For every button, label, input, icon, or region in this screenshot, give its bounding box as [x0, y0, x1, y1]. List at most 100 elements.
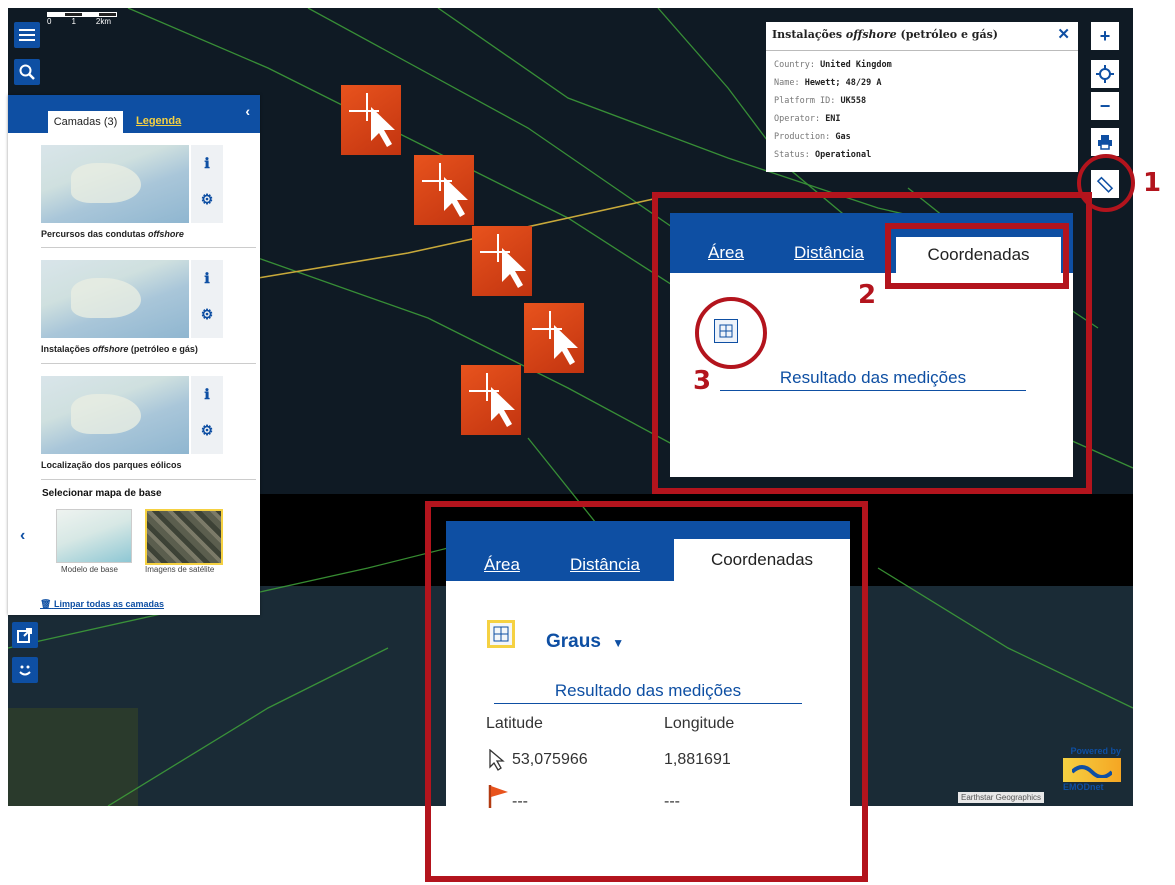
callout-number-1: 1 [1143, 168, 1162, 198]
info-icon[interactable]: ℹ [199, 155, 215, 172]
clear-layers-link[interactable]: 🗑 Limpar todas as camadas [40, 599, 164, 610]
scale-tick-0: 0 [47, 17, 52, 26]
layer-actions: ℹ ⚙ [191, 145, 223, 223]
layers-panel: Camadas (3) Legenda ‹ ℹ ⚙ Percursos das … [8, 95, 260, 615]
unit-select-value: Graus [546, 631, 601, 652]
flag-latitude: --- [512, 793, 528, 810]
wave-icon [1063, 758, 1121, 782]
longitude-header: Longitude [664, 715, 735, 732]
flag-icon [486, 783, 510, 814]
info-icon[interactable]: ℹ [199, 386, 215, 403]
callout-number-2: 2 [858, 280, 877, 310]
close-icon[interactable]: ✕ [1057, 25, 1070, 43]
tab-legend[interactable]: Legenda [136, 115, 181, 127]
layers-panel-header: Camadas (3) Legenda ‹ [8, 95, 260, 133]
trash-icon: 🗑 [40, 599, 52, 609]
powered-by-label: Powered by [1070, 746, 1121, 756]
print-button[interactable] [1091, 128, 1119, 156]
flag-longitude: --- [664, 793, 680, 810]
tab-distance[interactable]: Distância [570, 555, 640, 575]
measurement-result-title: Resultado das medições [494, 681, 802, 704]
chevron-left-icon[interactable]: ‹ [20, 527, 25, 545]
layer-thumbnail [41, 145, 189, 223]
smiley-icon [19, 665, 31, 676]
latitude-header: Latitude [486, 715, 543, 732]
tab-area[interactable]: Área [708, 243, 744, 263]
scale-bar: 0 1 2km [47, 12, 117, 26]
basemap-satellite-thumb[interactable] [145, 509, 223, 565]
divider [41, 363, 256, 364]
tab-distance[interactable]: Distância [794, 243, 864, 263]
pointer-marker [341, 85, 401, 155]
pointer-marker [414, 155, 474, 225]
info-row: Country: United Kingdom [774, 60, 892, 70]
pointer-icon [488, 748, 506, 776]
layer-actions: ℹ ⚙ [191, 376, 223, 454]
info-row: Operator: ENI [774, 114, 841, 124]
layer-actions: ℹ ⚙ [191, 260, 223, 338]
basemap-default-thumb[interactable] [56, 509, 132, 563]
layer-name: Instalações offshore (petróleo e gás) [41, 344, 198, 354]
cursor-icon [422, 163, 468, 217]
pointer-marker [472, 226, 532, 296]
emodnet-logo: Powered by EMODnet [1063, 746, 1121, 798]
zoom-out-button[interactable]: − [1091, 92, 1119, 120]
measure-tabs: Área Distância Coordenadas [446, 521, 850, 581]
feedback-button[interactable] [12, 657, 38, 683]
map-attribution: Earthstar Geographics [958, 792, 1045, 803]
cursor-icon [480, 234, 526, 288]
pointer-longitude: 1,881691 [664, 751, 731, 768]
cursor-icon [349, 93, 395, 147]
info-row: Name: Hewett; 48/29 A [774, 78, 882, 88]
scale-tick-1: 1 [71, 17, 76, 26]
search-icon [19, 64, 35, 80]
layer-thumbnail [41, 376, 189, 454]
pointer-latitude: 53,075966 [512, 751, 588, 768]
info-row: Platform ID: UK558 [774, 96, 867, 106]
cursor-icon [532, 311, 578, 365]
menu-button[interactable] [14, 22, 40, 48]
tab-coordinates[interactable]: Coordenadas [674, 539, 850, 581]
minus-icon: − [1099, 95, 1111, 116]
caret-down-icon: ▼ [612, 636, 625, 650]
locate-button[interactable] [1091, 60, 1119, 88]
info-icon[interactable]: ℹ [199, 270, 215, 287]
cursor-icon [469, 373, 515, 427]
callout-circle-3 [695, 297, 767, 369]
divider [41, 247, 256, 248]
collapse-panel-icon[interactable]: ‹ [245, 103, 250, 119]
callout-number-3: 3 [693, 366, 712, 396]
layer-name: Percursos das condutas offshore [41, 229, 184, 239]
tab-area[interactable]: Área [484, 555, 520, 575]
measure-panel-large: Área Distância Coordenadas Graus ▼ Resul… [446, 521, 850, 866]
zoom-in-button[interactable]: + [1091, 22, 1119, 50]
coordinates-tool-icon[interactable] [487, 620, 515, 648]
pointer-marker [524, 303, 584, 373]
share-button[interactable] [12, 622, 38, 648]
info-row: Status: Operational [774, 150, 872, 160]
unit-select[interactable]: Graus ▼ [546, 631, 624, 653]
gear-icon[interactable]: ⚙ [199, 191, 215, 208]
logo-text: EMODnet [1063, 782, 1104, 792]
popup-title: Instalações offshore (petróleo e gás) [772, 28, 998, 41]
search-button[interactable] [14, 59, 40, 85]
highlight-box [885, 223, 1069, 289]
divider [766, 50, 1078, 51]
gear-icon[interactable]: ⚙ [199, 306, 215, 323]
pointer-marker [461, 365, 521, 435]
measurement-result-title: Resultado das medições [720, 368, 1026, 391]
plus-icon: + [1099, 25, 1111, 46]
hamburger-icon [19, 29, 35, 41]
tab-layers[interactable]: Camadas (3) [48, 111, 123, 133]
gear-icon[interactable]: ⚙ [199, 422, 215, 439]
info-row: Production: Gas [774, 132, 851, 142]
basemap-satellite-label: Imagens de satélite [145, 565, 215, 574]
basemap-title: Selecionar mapa de base [42, 488, 162, 499]
crosshair-icon [1096, 65, 1114, 83]
divider [41, 479, 256, 480]
printer-icon [1098, 135, 1112, 150]
share-icon [17, 628, 32, 643]
feature-info-popup: Instalações offshore (petróleo e gás) ✕ … [766, 22, 1078, 172]
layer-thumbnail [41, 260, 189, 338]
layer-name: Localização dos parques eólicos [41, 460, 182, 470]
